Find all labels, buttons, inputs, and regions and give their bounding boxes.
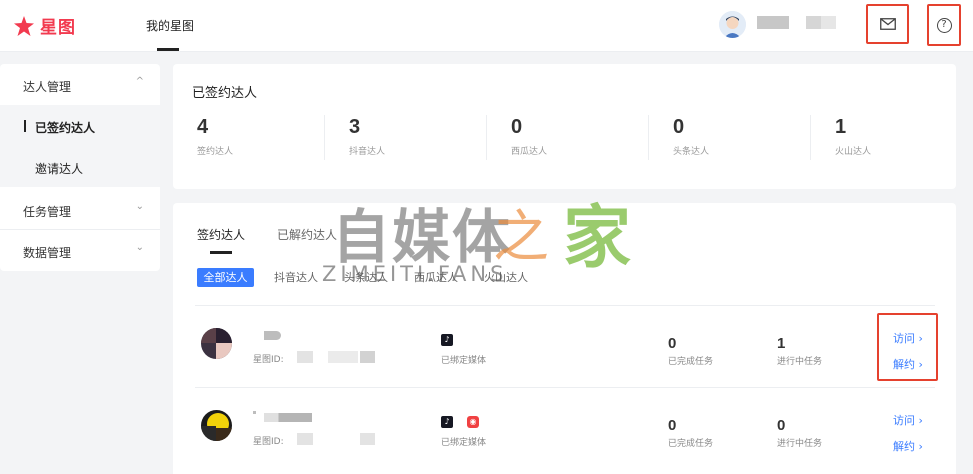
avatar-image <box>201 328 232 359</box>
stat-label: 火山达人 <box>835 147 872 157</box>
filter-douyin-talent[interactable]: 抖音达人 <box>274 268 318 287</box>
logo-text: 星图 <box>40 18 76 38</box>
filter-toutiao-talent[interactable]: 头条达人 <box>344 268 388 287</box>
account-info-blurred <box>806 16 836 29</box>
stat-divider <box>324 115 325 160</box>
stat-douyin-talent: 3 抖音达人 <box>349 114 385 164</box>
sidebar-item-signed-talent[interactable]: 已签约达人 <box>0 105 160 146</box>
terminate-link[interactable]: 解约 › <box>893 438 923 454</box>
bound-media-label: 已绑定媒体 <box>441 438 487 448</box>
stat-label: 西瓜达人 <box>511 147 548 157</box>
talent-row: 星图ID: ♪ 已绑定媒体 0 已完成任务 1 进行中任务 访问 › 解约 › <box>173 306 956 386</box>
card-title: 已签约达人 <box>192 86 258 101</box>
message-button[interactable] <box>866 4 909 44</box>
nav-tab-underline <box>157 48 179 51</box>
talent-avatar[interactable] <box>201 328 232 359</box>
in-progress-tasks-value: 1 <box>777 335 786 352</box>
signed-talent-stats-card: 已签约达人 4 签约达人 3 抖音达人 0 西瓜达人 0 头条达人 1 火山达人 <box>173 64 956 189</box>
in-progress-tasks-value: 0 <box>777 417 786 434</box>
top-header: 星图 我的星图 ? <box>0 0 973 52</box>
completed-tasks-value: 0 <box>668 417 677 434</box>
sidebar-group-data-management[interactable]: 数据管理 ⌄ <box>0 230 160 270</box>
stat-huoshan-talent: 1 火山达人 <box>835 114 871 164</box>
action-highlight-box <box>877 313 938 381</box>
in-progress-tasks-label: 进行中任务 <box>777 357 823 367</box>
logo[interactable]: 星图 <box>12 13 76 38</box>
star-logo-icon <box>14 15 34 36</box>
stat-label: 抖音达人 <box>349 147 386 157</box>
stat-label: 签约达人 <box>197 147 234 157</box>
sidebar-group-label: 任务管理 <box>23 205 72 219</box>
active-indicator <box>24 120 26 132</box>
nav-tab-my-xingtu[interactable]: 我的星图 <box>146 17 194 34</box>
username-blurred <box>757 16 789 29</box>
completed-tasks-value: 0 <box>668 335 677 352</box>
completed-tasks-label: 已完成任务 <box>668 357 714 367</box>
in-progress-tasks-label: 进行中任务 <box>777 439 823 449</box>
stat-value: 4 <box>197 116 209 138</box>
sidebar-group-label: 数据管理 <box>23 246 72 260</box>
stat-xigua-talent: 0 西瓜达人 <box>511 114 547 164</box>
help-icon: ? <box>936 17 952 33</box>
user-avatar[interactable] <box>719 11 746 38</box>
stat-divider <box>648 115 649 160</box>
talent-avatar[interactable] <box>201 410 232 441</box>
stat-signed-talent: 4 签约达人 <box>197 114 233 164</box>
douyin-icon: ♪ <box>441 416 453 428</box>
user-avatar-icon <box>719 11 746 38</box>
sidebar-group-label: 达人管理 <box>23 80 72 94</box>
stat-divider <box>810 115 811 160</box>
xingtu-id-blurred <box>360 351 375 363</box>
avatar-image <box>201 410 232 441</box>
xingtu-id-label: 星图ID: <box>253 437 284 447</box>
mail-icon <box>879 18 896 30</box>
sidebar-item-label: 已签约达人 <box>35 121 96 135</box>
stat-value: 1 <box>835 116 847 138</box>
talent-row: 星图ID: ♪ ◉ 已绑定媒体 0 已完成任务 0 进行中任务 访问 › 解约 … <box>173 388 956 468</box>
tab-signed-talent[interactable]: 签约达人 <box>197 226 245 243</box>
tab-underline <box>210 251 232 254</box>
xingtu-id-blurred <box>297 433 313 445</box>
xingtu-id-label: 星图ID: <box>253 355 284 365</box>
stat-value: 0 <box>673 116 685 138</box>
stat-divider <box>486 115 487 160</box>
filter-xigua-talent[interactable]: 西瓜达人 <box>414 268 458 287</box>
stat-value: 0 <box>511 116 523 138</box>
stat-value: 3 <box>349 116 361 138</box>
xingtu-id-blurred <box>328 351 358 363</box>
douyin-icon: ♪ <box>441 334 453 346</box>
bound-media-label: 已绑定媒体 <box>441 356 487 366</box>
stat-label: 头条达人 <box>673 147 710 157</box>
sidebar: 达人管理 ^ 已签约达人 邀请达人 任务管理 ⌄ 数据管理 ⌄ <box>0 64 160 271</box>
chevron-up-icon: ^ <box>135 76 144 87</box>
sidebar-item-invite-talent[interactable]: 邀请达人 <box>0 146 160 187</box>
tab-terminated-talent[interactable]: 已解约达人 <box>277 226 337 243</box>
filter-all-talent[interactable]: 全部达人 <box>197 268 254 287</box>
talent-name-blurred <box>264 331 281 340</box>
xingtu-id-blurred <box>297 351 313 363</box>
sidebar-group-talent-management[interactable]: 达人管理 ^ <box>0 64 160 104</box>
help-button[interactable]: ? <box>927 4 961 46</box>
sidebar-item-label: 邀请达人 <box>35 162 84 176</box>
talent-name-blurred <box>253 411 256 414</box>
completed-tasks-label: 已完成任务 <box>668 439 714 449</box>
chevron-down-icon: ⌄ <box>135 242 144 253</box>
talent-list-card: 签约达人 已解约达人 全部达人 抖音达人 头条达人 西瓜达人 火山达人 星图ID… <box>173 203 956 474</box>
visit-link[interactable]: 访问 › <box>893 412 923 428</box>
talent-name-blurred <box>264 413 312 422</box>
filter-huoshan-talent[interactable]: 火山达人 <box>484 268 528 287</box>
chevron-down-icon: ⌄ <box>135 201 144 212</box>
sidebar-group-task-management[interactable]: 任务管理 ⌄ <box>0 189 160 229</box>
toutiao-icon: ◉ <box>467 416 479 428</box>
xingtu-id-blurred <box>360 433 375 445</box>
stat-toutiao-talent: 0 头条达人 <box>673 114 709 164</box>
